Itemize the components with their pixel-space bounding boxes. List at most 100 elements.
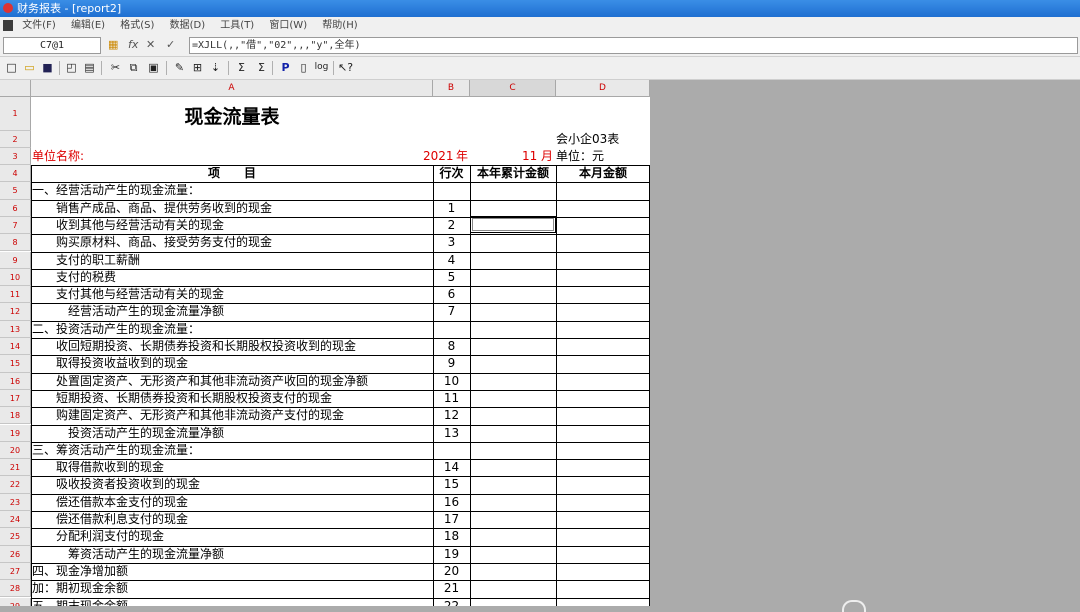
line-number: 19: [443, 546, 460, 561]
cell-reference-box[interactable]: C7@1: [3, 37, 101, 54]
menu-data[interactable]: 数据(D): [170, 17, 206, 35]
grid-horizontal-line: [31, 597, 650, 599]
row-header[interactable]: 7: [0, 216, 31, 235]
line-label: 支付的税费: [32, 269, 117, 284]
row-header[interactable]: 19: [0, 424, 31, 442]
line-number: 22: [443, 598, 460, 607]
row-header[interactable]: 5: [0, 182, 31, 200]
spreadsheet[interactable]: A B C D 1 2 3 4 5 6 7 8 9 10 11 12 13 14 15 16 17 18 19 20 2…: [0, 80, 650, 606]
line-number: 4: [447, 252, 456, 267]
line-label: 销售产成品、商品、提供劳务收到的现金: [32, 200, 273, 215]
row-header[interactable]: 10: [0, 268, 31, 287]
function-wizard-icon[interactable]: ▦: [108, 38, 118, 51]
document-icon[interactable]: [3, 20, 13, 31]
confirm-icon[interactable]: ✓: [166, 38, 175, 51]
menu-edit[interactable]: 编辑(E): [71, 17, 105, 35]
line-label: 三、筹资活动产生的现金流量：: [32, 442, 201, 457]
row-header[interactable]: 6: [0, 199, 31, 217]
row-header[interactable]: 13: [0, 320, 31, 338]
row-header[interactable]: 26: [0, 545, 31, 563]
new-file-icon[interactable]: □: [4, 60, 19, 75]
menu-tools[interactable]: 工具(T): [220, 17, 254, 35]
insert-row-icon[interactable]: ⊞: [190, 60, 205, 75]
line-label: 处置固定资产、无形资产和其他非流动资产收回的现金净额: [32, 373, 369, 388]
toolbar: □ ▭ ■ ◰ ▤ ✂ ⧉ ▣ ✎ ⊞ ⇣ Σ Σ P ▯ log ↖?: [0, 57, 1080, 80]
line-label: 收到其他与经营活动有关的现金: [32, 217, 225, 232]
log-icon[interactable]: log: [314, 60, 329, 75]
select-all-corner[interactable]: [0, 80, 31, 97]
cut-icon[interactable]: ✂: [108, 60, 123, 75]
grid-horizontal-line: [31, 459, 650, 461]
toolbar-separator: [101, 61, 102, 75]
p-icon[interactable]: P: [278, 60, 293, 75]
row-header[interactable]: 21: [0, 459, 31, 477]
menu-file[interactable]: 文件(F): [22, 17, 56, 35]
grid-horizontal-line: [31, 165, 650, 166]
menu-bar: 文件(F) 编辑(E) 格式(S) 数据(D) 工具(T) 窗口(W) 帮助(H…: [0, 17, 1080, 36]
line-label: 五、期末现金余额: [32, 598, 129, 607]
line-number: 18: [443, 529, 460, 544]
column-header-b[interactable]: B: [433, 80, 470, 97]
row-header[interactable]: 1: [0, 97, 31, 131]
row-header[interactable]: 29: [0, 597, 31, 606]
paste-icon[interactable]: ▣: [146, 60, 161, 75]
line-number: 12: [443, 408, 460, 423]
row-header[interactable]: 2: [0, 131, 31, 148]
app-icon: [3, 3, 13, 13]
row-header[interactable]: 14: [0, 338, 31, 356]
row-header[interactable]: 18: [0, 407, 31, 425]
row-header[interactable]: 28: [0, 580, 31, 598]
menu-format[interactable]: 格式(S): [120, 17, 154, 35]
row-header[interactable]: 8: [0, 234, 31, 252]
line-number: 11: [443, 390, 460, 405]
row-header[interactable]: 22: [0, 476, 31, 494]
grid-horizontal-line: [31, 234, 650, 236]
row-header[interactable]: 11: [0, 286, 31, 304]
row-header[interactable]: 25: [0, 528, 31, 546]
toolbar-separator: [333, 61, 334, 75]
line-label: 偿还借款利息支付的现金: [32, 512, 189, 526]
sum-icon[interactable]: Σ: [234, 60, 249, 75]
row-header[interactable]: 23: [0, 493, 31, 511]
grid-horizontal-line: [31, 355, 650, 357]
unit-name-label: 单位名称:: [32, 149, 85, 163]
column-header-d[interactable]: D: [556, 80, 650, 97]
row-header[interactable]: 12: [0, 303, 31, 321]
menu-window[interactable]: 窗口(W): [269, 17, 307, 35]
sort-icon[interactable]: ⇣: [208, 60, 223, 75]
grid-horizontal-line: [31, 493, 650, 495]
line-label: 购买原材料、商品、接受劳务支付的现金: [32, 235, 273, 250]
cancel-icon[interactable]: ✕: [146, 38, 155, 51]
line-number: 15: [443, 477, 460, 492]
row-header[interactable]: 27: [0, 562, 31, 581]
open-folder-icon[interactable]: ▭: [22, 60, 37, 75]
page-icon[interactable]: ▯: [296, 60, 311, 75]
row-header[interactable]: 4: [0, 165, 31, 183]
row-header[interactable]: 17: [0, 389, 31, 408]
formula-input[interactable]: =XJLL(,,"借","02",,,"y",全年): [189, 37, 1078, 54]
row-header[interactable]: 3: [0, 148, 31, 165]
column-header-c[interactable]: C: [470, 80, 556, 97]
help-pointer-icon[interactable]: ↖?: [338, 60, 353, 75]
copy-icon[interactable]: ⧉: [126, 60, 141, 75]
auto-sum-icon[interactable]: Σ: [254, 60, 269, 75]
selected-cell[interactable]: [470, 216, 556, 233]
toolbar-separator: [272, 61, 273, 75]
print-icon[interactable]: ▤: [82, 60, 97, 75]
fx-icon[interactable]: fx: [128, 38, 138, 51]
line-label: 收回短期投资、长期债券投资和长期股权投资收到的现金: [32, 339, 357, 353]
row-header[interactable]: 9: [0, 251, 31, 269]
header-item: 项 目: [207, 166, 256, 180]
row-header[interactable]: 16: [0, 372, 31, 390]
line-number: 3: [447, 235, 456, 250]
menu-help[interactable]: 帮助(H): [322, 17, 357, 35]
save-icon[interactable]: ■: [40, 60, 55, 75]
row-header[interactable]: 20: [0, 441, 31, 460]
grid-horizontal-line: [31, 216, 650, 218]
currency-unit: 单位：元: [556, 149, 605, 163]
column-header-a[interactable]: A: [31, 80, 433, 97]
row-header[interactable]: 15: [0, 355, 31, 373]
format-painter-icon[interactable]: ✎: [172, 60, 187, 75]
print-preview-icon[interactable]: ◰: [64, 60, 79, 75]
row-header[interactable]: 24: [0, 511, 31, 529]
